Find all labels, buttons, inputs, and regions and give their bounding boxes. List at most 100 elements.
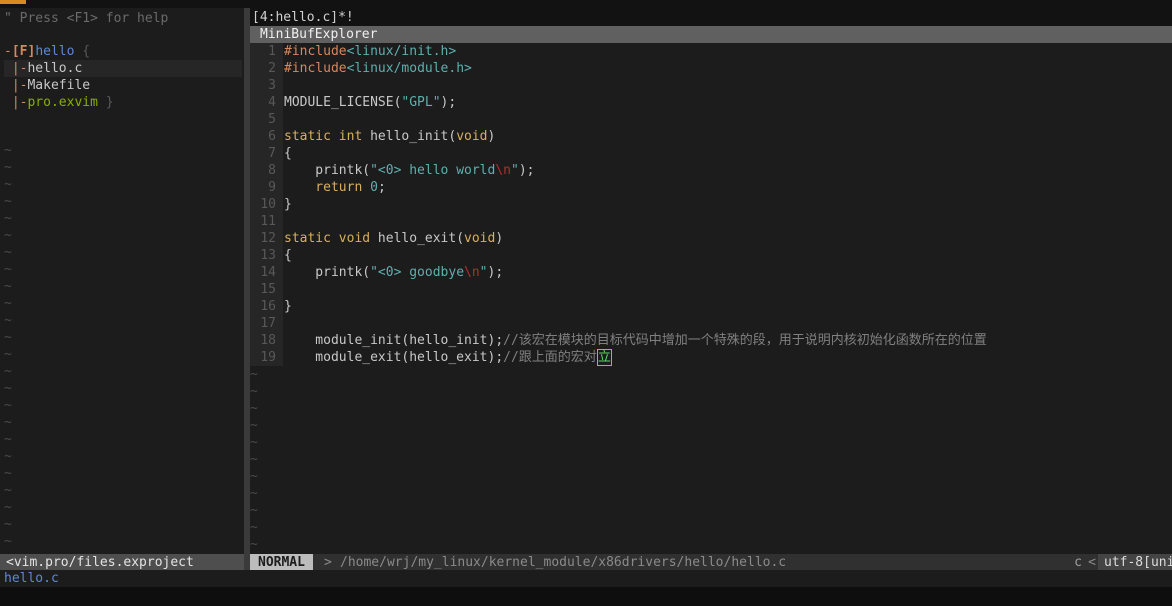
tree-item-pro-exvim[interactable]: |-pro.exvim } xyxy=(4,94,114,111)
line-number: 1 xyxy=(268,44,276,59)
file-name: pro.exvim xyxy=(27,95,98,110)
empty-line-marker: ~ xyxy=(250,384,258,399)
line-number: 7 xyxy=(268,146,276,161)
empty-line-marker: ~ xyxy=(4,296,12,311)
file-path: /home/wrj/my_linux/kernel_module/x86driv… xyxy=(340,555,787,570)
line-number: 9 xyxy=(268,180,276,195)
empty-line-marker: ~ xyxy=(250,469,258,484)
empty-line-marker: ~ xyxy=(250,503,258,518)
code-line[interactable]: module_exit(hello_exit);//跟上面的宏对立 xyxy=(284,349,612,366)
empty-line-marker: ~ xyxy=(4,330,12,345)
file-name: Makefile xyxy=(27,78,91,93)
empty-line-marker: ~ xyxy=(4,211,12,226)
string-literal: " xyxy=(370,265,378,280)
code-line[interactable]: printk("<0> hello world\n"); xyxy=(284,162,534,179)
code-line[interactable]: module_init(hello_init);//该宏在模块的目标代码中增加一… xyxy=(284,332,987,349)
empty-line-marker: ~ xyxy=(250,537,258,552)
tree-guide: |- xyxy=(4,61,28,76)
filetype: c xyxy=(1074,555,1082,570)
code-line[interactable]: static int hello_init(void) xyxy=(284,128,495,145)
escape-sequence: \n xyxy=(464,265,480,280)
empty-line-marker: ~ xyxy=(4,313,12,328)
code-line[interactable]: static void hello_exit(void) xyxy=(284,230,503,247)
code-text: ); xyxy=(487,265,504,280)
line-number: 17 xyxy=(260,316,276,331)
code-text: module_init(hello_init); xyxy=(284,333,504,348)
code-line[interactable]: #include<linux/module.h> xyxy=(284,60,472,77)
code-text: hello_exit( xyxy=(370,231,465,246)
tab-line: [4:hello.c]*! xyxy=(250,8,1172,26)
code-text: printk( xyxy=(284,163,371,178)
empty-line-marker: ~ xyxy=(4,160,12,175)
code-line[interactable]: #include<linux/init.h> xyxy=(284,43,456,60)
command-line[interactable]: hello.c xyxy=(0,570,1172,587)
project-statusline: <vim.pro/files.exproject xyxy=(0,554,244,570)
line-number: 11 xyxy=(260,214,276,229)
comment: //跟上面的宏对 xyxy=(503,350,597,365)
string-literal: " xyxy=(479,265,488,280)
encoding-segment: utf-8[unix] xyxy=(1098,554,1172,570)
empty-line-marker: ~ xyxy=(4,177,12,192)
include-path: <linux/module.h> xyxy=(346,61,472,76)
tree-item-makefile[interactable]: |-Makefile xyxy=(4,77,90,94)
line-number: 5 xyxy=(268,112,276,127)
file-name: hello.c xyxy=(27,61,83,76)
empty-line-marker: ~ xyxy=(4,364,12,379)
code-text: hello_init( xyxy=(362,129,457,144)
bottom-bar xyxy=(0,587,1172,606)
code-line[interactable]: { xyxy=(284,247,292,264)
code-line[interactable]: { xyxy=(284,145,292,162)
project-root-label: hello xyxy=(35,44,75,59)
keyword: static xyxy=(284,129,331,144)
empty-line-marker: ~ xyxy=(4,245,12,260)
code-text: ); xyxy=(440,95,457,110)
line-number: 6 xyxy=(268,129,276,144)
cmdline-text: hello.c xyxy=(4,571,59,586)
line-number: 13 xyxy=(260,248,276,263)
code-text: ) xyxy=(487,129,496,144)
number-literal: 0 xyxy=(362,180,378,195)
code-text: module_exit(hello_exit); xyxy=(284,350,504,365)
line-number: 19 xyxy=(260,350,276,365)
empty-line-marker: ~ xyxy=(4,279,12,294)
code-line[interactable]: } xyxy=(284,196,292,213)
empty-line-marker: ~ xyxy=(250,452,258,467)
empty-line-marker: ~ xyxy=(250,367,258,382)
code-text: ) xyxy=(495,231,504,246)
editor-pane[interactable]: [4:hello.c]*! MiniBufExplorer 1234567891… xyxy=(250,8,1172,554)
empty-line-marker: ~ xyxy=(4,534,12,549)
separator-arrow-left-icon: < xyxy=(1088,555,1096,570)
line-number: 18 xyxy=(260,333,276,348)
empty-line-marker: ~ xyxy=(4,432,12,447)
project-root[interactable]: -[F]hello { xyxy=(4,43,90,60)
code-text: } xyxy=(284,197,292,212)
line-number: 16 xyxy=(260,299,276,314)
keyword: int xyxy=(338,129,363,144)
empty-line-marker: ~ xyxy=(4,194,12,209)
empty-line-marker: ~ xyxy=(250,520,258,535)
line-number: 3 xyxy=(268,78,276,93)
tab-label[interactable]: [4:hello.c]*! xyxy=(252,9,354,26)
project-flag: [F] xyxy=(11,44,36,59)
code-text: printk( xyxy=(284,265,371,280)
project-pane[interactable]: " Press <F1> for help -[F]hello { |-hell… xyxy=(0,8,244,554)
code-text: ); xyxy=(518,163,535,178)
code-line[interactable]: } xyxy=(284,298,292,315)
line-number: 2 xyxy=(268,61,276,76)
line-number: 8 xyxy=(268,163,276,178)
empty-line-marker: ~ xyxy=(4,500,12,515)
code-line[interactable]: MODULE_LICENSE("GPL"); xyxy=(284,94,456,111)
code-text: MODULE_LICENSE( xyxy=(284,95,402,110)
empty-line-marker: ~ xyxy=(4,398,12,413)
tree-guide: |- xyxy=(4,78,28,93)
string-literal: " xyxy=(510,163,519,178)
code-line[interactable]: return 0; xyxy=(284,179,385,196)
code-text: } xyxy=(284,299,292,314)
include-path: <linux/init.h> xyxy=(346,44,457,59)
code-line[interactable]: printk("<0> goodbye\n"); xyxy=(284,264,503,281)
editor-statusline: NORMAL > /home/wrj/my_linux/kernel_modul… xyxy=(250,554,1172,570)
keyword: static xyxy=(284,231,331,246)
text-cursor: 立 xyxy=(596,349,612,366)
empty-line-marker: ~ xyxy=(250,418,258,433)
tree-item-hello-c[interactable]: |-hello.c xyxy=(4,60,82,77)
